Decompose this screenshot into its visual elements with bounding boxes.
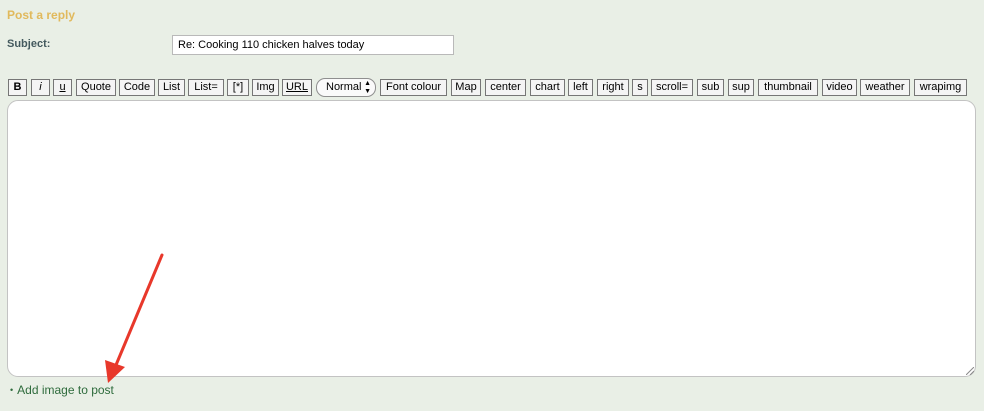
resize-handle-icon[interactable] (966, 367, 974, 375)
font-size-select[interactable]: Normal ▲ ▼ (316, 78, 376, 97)
subject-input[interactable] (172, 35, 454, 55)
map-button[interactable]: Map (451, 79, 481, 96)
subject-label: Subject: (7, 38, 51, 50)
scroll-button[interactable]: scroll= (651, 79, 693, 96)
add-image-link[interactable]: • Add image to post (10, 383, 114, 397)
video-button[interactable]: video (822, 79, 857, 96)
center-button[interactable]: center (485, 79, 526, 96)
underline-button[interactable]: u (53, 79, 72, 96)
font-colour-button[interactable]: Font colour (380, 79, 447, 96)
list-ordered-button[interactable]: List= (188, 79, 224, 96)
right-button[interactable]: right (597, 79, 629, 96)
sub-button[interactable]: sub (697, 79, 724, 96)
font-size-selected: Normal (326, 81, 362, 93)
sup-button[interactable]: sup (728, 79, 754, 96)
quote-button[interactable]: Quote (76, 79, 116, 96)
list-button[interactable]: List (158, 79, 185, 96)
strike-button[interactable]: s (632, 79, 648, 96)
add-image-label: Add image to post (17, 383, 114, 397)
left-button[interactable]: left (568, 79, 593, 96)
weather-button[interactable]: weather (860, 79, 910, 96)
bullet-icon: • (10, 385, 14, 395)
wrapimg-button[interactable]: wrapimg (914, 79, 967, 96)
list-item-button[interactable]: [*] (227, 79, 249, 96)
select-arrows-icon: ▲ ▼ (364, 79, 371, 95)
url-button[interactable]: URL (282, 79, 312, 96)
bold-button[interactable]: B (8, 79, 27, 96)
italic-button[interactable]: i (31, 79, 50, 96)
message-editor[interactable] (7, 100, 976, 377)
chart-button[interactable]: chart (530, 79, 565, 96)
img-button[interactable]: Img (252, 79, 279, 96)
code-button[interactable]: Code (119, 79, 155, 96)
post-reply-heading: Post a reply (7, 8, 76, 22)
thumbnail-button[interactable]: thumbnail (758, 79, 818, 96)
